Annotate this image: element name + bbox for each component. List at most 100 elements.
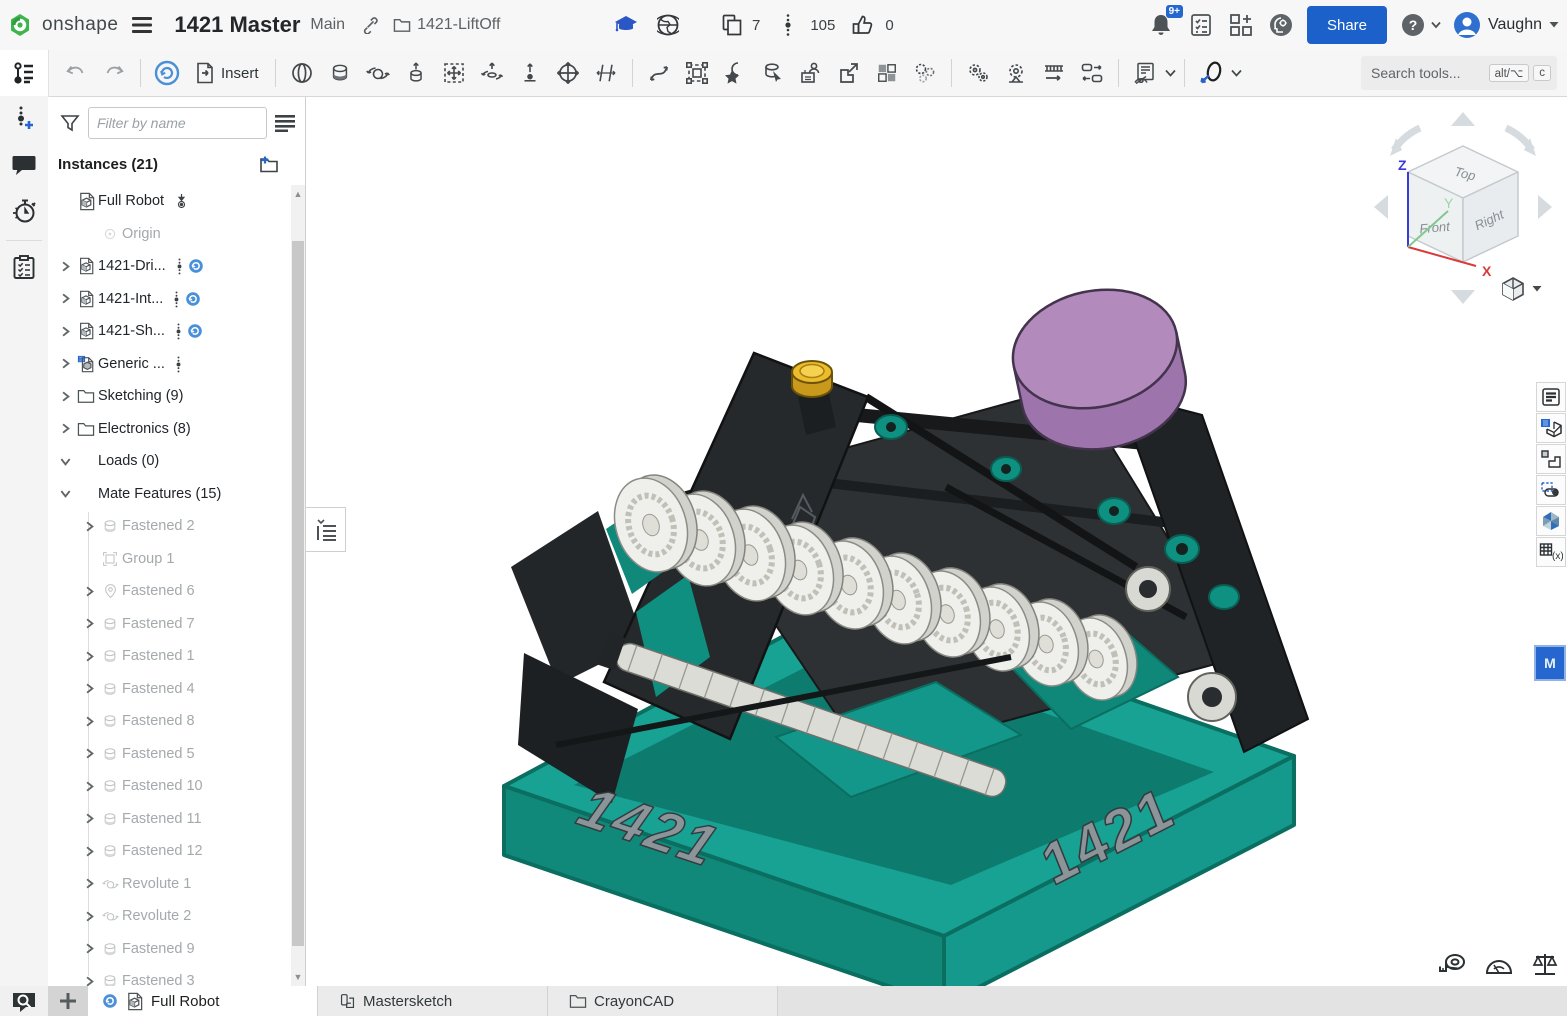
help-caret-icon[interactable]	[1431, 21, 1441, 29]
configurations-panel-icon[interactable]	[1536, 413, 1566, 443]
graphics-viewport[interactable]: 1421 1421	[306, 97, 1537, 986]
expand-chevron-icon[interactable]	[56, 358, 74, 369]
tree-item[interactable]: Revolute 1	[48, 868, 291, 901]
tree-item[interactable]: Fastened 11	[48, 803, 291, 836]
tree-item[interactable]: Fastened 8	[48, 705, 291, 738]
expand-chevron-icon[interactable]	[80, 716, 98, 727]
tree-item[interactable]: Group 1	[48, 543, 291, 576]
scroll-up-icon[interactable]: ▲	[291, 187, 305, 201]
sprocket-icon[interactable]	[998, 55, 1034, 91]
expand-chevron-icon[interactable]	[56, 293, 74, 304]
expand-chevron-icon[interactable]	[80, 878, 98, 889]
expand-chevron-icon[interactable]	[80, 911, 98, 922]
replicate-icon[interactable]	[755, 55, 791, 91]
add-tab-button[interactable]	[48, 986, 88, 1016]
document-location[interactable]: 1421-LiftOff	[393, 16, 500, 34]
tree-item[interactable]: 1421-Int...	[48, 283, 291, 316]
move-to-subassembly-icon[interactable]	[831, 55, 867, 91]
expand-chevron-icon[interactable]	[80, 748, 98, 759]
tape-measure-icon[interactable]	[1438, 950, 1468, 980]
tree-item[interactable]: Fastened 7	[48, 608, 291, 641]
expand-chevron-icon[interactable]	[56, 326, 74, 337]
list-options-icon[interactable]	[275, 114, 295, 132]
public-document-globe-icon[interactable]	[654, 11, 682, 39]
mate-icon[interactable]	[284, 55, 320, 91]
tree-item[interactable]: Sketching (9)	[48, 380, 291, 413]
document-tab[interactable]: Mastersketch	[318, 986, 548, 1016]
bom-panel-icon[interactable]	[1536, 382, 1566, 412]
app-panel-icon[interactable]: M	[1534, 645, 1566, 681]
expand-chevron-icon[interactable]	[56, 391, 74, 402]
workspace-name[interactable]: Main	[310, 16, 345, 34]
document-tab[interactable]: Full Robot	[88, 986, 318, 1016]
view-options-menu[interactable]	[1500, 276, 1542, 302]
main-menu-icon[interactable]	[128, 11, 156, 39]
tree-item[interactable]: 1421-Dri...	[48, 250, 291, 283]
standard-content-panel-icon[interactable]	[1536, 444, 1566, 474]
tree-item[interactable]: Mate Features (15)	[48, 478, 291, 511]
tree-item[interactable]: Fastened 3	[48, 965, 291, 986]
rack-pinion-icon[interactable]	[1036, 55, 1072, 91]
app-grid-icon[interactable]	[1227, 11, 1255, 39]
link-icon[interactable]	[355, 11, 383, 39]
expand-chevron-icon[interactable]	[56, 261, 74, 272]
pin-slot-mate-icon[interactable]	[512, 55, 548, 91]
exploded-view-combo[interactable]	[1193, 55, 1242, 91]
render-studio-panel-icon[interactable]	[1536, 506, 1566, 536]
tree-item[interactable]: Fastened 4	[48, 673, 291, 706]
expand-chevron-icon[interactable]	[80, 586, 98, 597]
onshape-logo-icon[interactable]	[8, 13, 32, 37]
pattern-icon[interactable]	[869, 55, 905, 91]
tree-item[interactable]: Fastened 12	[48, 835, 291, 868]
versions-dots-icon[interactable]	[774, 11, 802, 39]
belt-icon[interactable]	[1074, 55, 1110, 91]
tree-item[interactable]: Fastened 10	[48, 770, 291, 803]
tree-item[interactable]: Electronics (8)	[48, 413, 291, 446]
planar-mate-icon[interactable]	[436, 55, 472, 91]
tree-item[interactable]: 1421-Sh...	[48, 315, 291, 348]
expand-chevron-icon[interactable]	[80, 521, 98, 532]
expand-chevron-icon[interactable]	[80, 846, 98, 857]
search-tabs-icon[interactable]	[9, 989, 39, 1013]
tree-item[interactable]: Revolute 2	[48, 900, 291, 933]
tree-item[interactable]: Fastened 5	[48, 738, 291, 771]
document-tab[interactable]: CrayonCAD	[548, 986, 778, 1016]
tree-item[interactable]: Generic ...	[48, 348, 291, 381]
drawings-panel-icon[interactable]	[1536, 475, 1566, 505]
tree-item[interactable]: Fastened 1	[48, 640, 291, 673]
protractor-icon[interactable]	[1484, 950, 1514, 980]
expand-chevron-icon[interactable]	[80, 943, 98, 954]
versions-icon[interactable]	[0, 96, 48, 142]
update-all-icon[interactable]	[149, 55, 185, 91]
help-icon[interactable]: ?	[1399, 11, 1427, 39]
cylindrical-mate-icon[interactable]	[474, 55, 510, 91]
insert-button[interactable]: Insert	[187, 55, 267, 91]
expand-chevron-icon[interactable]	[80, 781, 98, 792]
tree-scrollbar[interactable]: ▲ ▼	[291, 185, 305, 986]
expand-chevron-icon[interactable]	[56, 456, 74, 467]
gear-relation-icon[interactable]	[960, 55, 996, 91]
redo-icon[interactable]	[96, 55, 132, 91]
expand-chevron-icon[interactable]	[56, 423, 74, 434]
group-icon[interactable]	[679, 55, 715, 91]
expand-chevron-icon[interactable]	[80, 683, 98, 694]
education-plan-icon[interactable]	[612, 11, 640, 39]
tree-item[interactable]: Fastened 2	[48, 510, 291, 543]
undo-icon[interactable]	[58, 55, 94, 91]
expand-chevron-icon[interactable]	[80, 976, 98, 986]
comments-icon[interactable]	[0, 142, 48, 188]
user-menu[interactable]: Vaughn	[1453, 11, 1559, 39]
scroll-down-icon[interactable]: ▼	[291, 970, 305, 984]
search-tools-box[interactable]: Search tools... alt/⌥ c	[1361, 56, 1557, 90]
relations-icon[interactable]	[907, 55, 943, 91]
tree-item[interactable]: Fastened 6	[48, 575, 291, 608]
display-states-icon[interactable]	[1127, 55, 1163, 91]
filter-input[interactable]	[88, 107, 267, 139]
logo-wordmark[interactable]: onshape	[42, 14, 118, 36]
mate-connector-icon[interactable]	[717, 55, 753, 91]
expand-chevron-icon[interactable]	[80, 813, 98, 824]
expand-chevron-icon[interactable]	[80, 651, 98, 662]
feature-list-toggle[interactable]	[306, 507, 346, 552]
instances-panel-icon[interactable]	[0, 50, 48, 96]
like-icon[interactable]	[849, 11, 877, 39]
